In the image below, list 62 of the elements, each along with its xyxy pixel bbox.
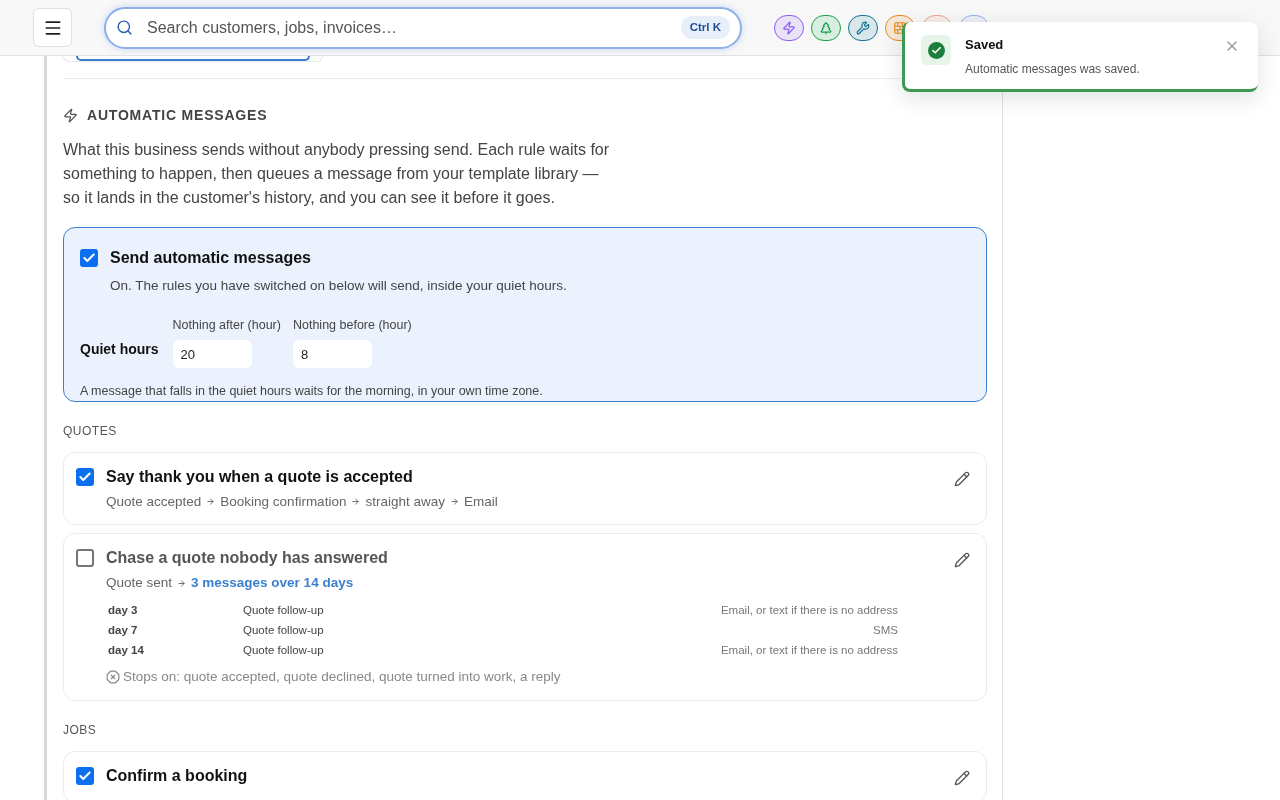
arrow-icon	[351, 497, 361, 507]
check-icon	[930, 44, 942, 56]
toast-title: Saved	[965, 36, 1005, 54]
checkbox[interactable]	[76, 766, 94, 785]
flow-step: Email	[463, 491, 498, 512]
arrow-icon	[177, 578, 187, 588]
quick-action-button[interactable]	[774, 14, 804, 41]
flow-step: Booking confirmation	[220, 491, 347, 512]
section-intro: What this business sends without anybody pressing send. Each rule waits for something to happen, then queues a message from your template library — so it lands in the customer's history, and you can see it before it goes.	[63, 140, 611, 208]
field-label: Nothing before (hour)	[292, 317, 412, 335]
flow-step: Quote accepted	[106, 491, 202, 512]
quick-action-button[interactable]	[811, 14, 841, 41]
stop-conditions: Stops on: quote accepted, quote declined, quote turned into work, a reply	[123, 668, 561, 687]
group-heading: QUOTES	[63, 422, 118, 440]
master-status: On. The rules you have switched on below will send, inside your quiet hours.	[110, 277, 568, 295]
master-toggle-label: Send automatic messages	[110, 248, 311, 268]
quiet-hours-note: A message that falls in the quiet hours waits for the morning, in your own time zone.	[80, 383, 544, 400]
schedule-day: day 14	[106, 642, 243, 660]
pencil-icon	[954, 769, 970, 786]
arrow-icon	[206, 497, 216, 507]
arrow-icon	[449, 497, 459, 507]
schedule-channel: Email, or text if there is no address	[720, 603, 898, 619]
section-heading: AUTOMATIC MESSAGES	[87, 106, 268, 125]
outline-button[interactable]	[76, 56, 310, 61]
hour-input[interactable]: 8	[292, 340, 372, 368]
lightning-icon	[63, 108, 78, 123]
toast-message: Automatic messages was saved.	[965, 60, 1141, 78]
shortcut-hint: Ctrl K	[680, 15, 730, 40]
group-heading: JOBS	[63, 721, 98, 739]
menu-button[interactable]	[33, 8, 72, 47]
schedule-template: Quote follow-up	[243, 603, 325, 619]
stop-sign-icon	[106, 670, 120, 685]
wrench-icon	[856, 20, 870, 35]
search-icon	[116, 19, 133, 36]
schedule-template: Quote follow-up	[243, 643, 325, 659]
rule-title: Chase a quote nobody has answered	[106, 548, 389, 568]
quiet-hours-label: Quiet hours	[80, 340, 159, 359]
checkbox[interactable]	[76, 467, 94, 486]
flow-step: straight away	[365, 491, 445, 512]
schedule-link[interactable]: 3 messages over 14 days	[191, 573, 354, 594]
schedule-day: day 7	[106, 622, 243, 640]
pencil-icon	[954, 552, 970, 568]
schedule-channel: SMS	[873, 623, 898, 639]
hour-input[interactable]: 20	[172, 340, 252, 368]
check-icon	[78, 469, 92, 484]
quick-action-button[interactable]	[848, 14, 878, 41]
flow-step: Quote sent	[106, 573, 173, 594]
search-field[interactable]: Search customers, jobs, invoices… Ctrl K	[104, 6, 742, 49]
check-icon	[78, 768, 92, 783]
search-input[interactable]: Search customers, jobs, invoices…	[147, 15, 667, 40]
checkbox[interactable]	[80, 249, 98, 267]
pencil-icon	[954, 470, 970, 487]
field-label: Nothing after (hour)	[172, 317, 281, 335]
tree-icon	[819, 20, 833, 35]
schedule-channel: Email, or text if there is no address	[720, 643, 898, 659]
checkbox[interactable]	[76, 549, 94, 567]
schedule-day: day 3	[106, 602, 243, 620]
schedule-template: Quote follow-up	[243, 623, 325, 639]
rule-title: Say thank you when a quote is accepted	[106, 466, 414, 487]
check-icon	[82, 251, 96, 265]
lightning-icon	[782, 20, 796, 35]
rule-title: Confirm a booking	[106, 765, 249, 786]
